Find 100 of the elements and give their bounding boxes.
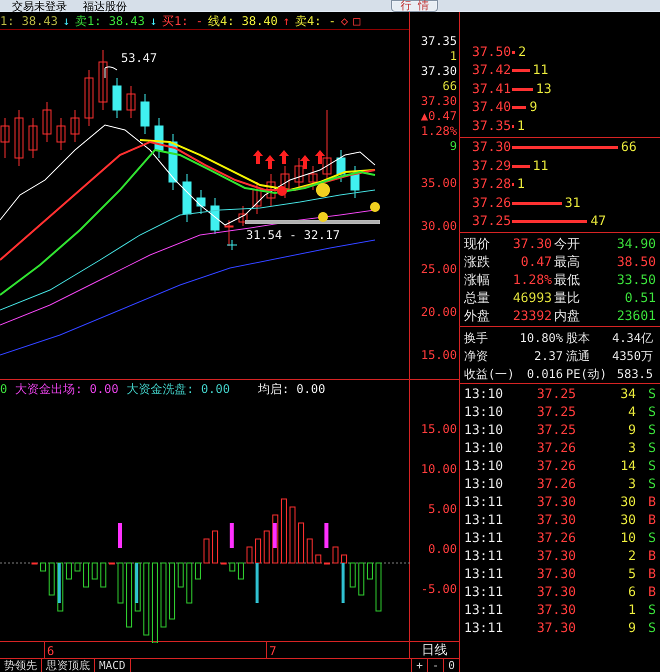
indicator-bar [298,522,304,564]
signal-bar [324,523,328,548]
trade-time: 13:10 [464,476,504,494]
indicator-bar [315,554,322,564]
quote-text: 卖1: 38.43 [75,12,145,30]
candlestick [42,102,52,142]
stat-value: 583.5 [616,366,654,383]
stat-label: 流通 [566,348,591,365]
indicator-tab[interactable]: 势领先 [0,659,42,672]
stat-label: 涨幅 [464,272,491,290]
price-axis-label: 15.00 [420,347,457,364]
signal-bar [118,523,122,548]
up-arrow-icon [265,155,275,169]
zoom-button[interactable]: - [427,659,443,672]
indicator-bar [126,562,132,628]
trade-volume: 5 [627,566,636,584]
trade-side: B [647,548,656,566]
trade-volume: 1 [627,602,636,620]
order-volume: 1 [517,176,525,194]
high-price-label: 53.47 [121,50,158,67]
candlestick [0,118,10,158]
order-volume: 31 [564,194,580,212]
trade-time: 13:10 [464,458,504,476]
trade-time: 13:11 [464,602,504,620]
trade-price: 37.25 [536,422,576,440]
indicator-bar [160,562,166,628]
order-price: 37.35 [472,118,512,136]
order-volume: 11 [532,62,548,80]
volume-bar [512,50,516,54]
order-price: 37.29 [472,158,512,176]
trade-side: B [647,512,656,530]
indicator-bar [92,562,98,580]
indicator-axis-label: 15.00 [420,421,457,438]
trade-price: 37.26 [536,476,576,494]
indicator-tab[interactable]: 思资顶底 [42,659,95,672]
indicator-bar [272,514,278,564]
volume-bar [512,202,562,205]
indicator-bar [40,562,46,572]
candlestick [266,174,276,206]
arrow-glyph: ↓ [150,12,158,30]
stat-label: 换手 [464,330,489,347]
indicator-bar [186,562,192,604]
volume-bar [512,106,526,110]
trade-volume: 30 [619,512,636,530]
trade-side: S [647,422,656,440]
candlestick [126,86,136,118]
volume-bar [512,164,530,168]
indicator-bar [74,562,80,572]
zoom-button[interactable]: + [411,659,427,672]
stat-label: 最高 [554,254,581,272]
stat-value: 2.37 [533,348,564,365]
candlestick [336,150,346,182]
indicator-bar [324,562,330,564]
trade-volume: 9 [627,620,636,638]
axis-quote-text: 66 [442,79,457,94]
trade-price: 37.30 [536,566,576,584]
trade-time: 13:11 [464,530,504,548]
indicator-bar [306,538,313,564]
candlestick [238,206,248,226]
trade-time: 13:11 [464,494,504,512]
candlestick [168,134,178,190]
trade-time: 13:10 [464,404,504,422]
arrow-glyph: ◇ [340,12,348,30]
indicator-bar [66,562,72,580]
up-arrow-icon [315,150,325,164]
order-price: 37.25 [472,213,512,231]
candlestick [14,110,24,166]
date-axis-label: 7 [266,642,276,658]
order-price: 37.30 [472,139,512,157]
indicator-bar [204,538,210,564]
indicator-bar [83,562,90,588]
trade-time: 13:10 [464,440,504,458]
trade-side: S [647,404,656,422]
up-arrow-icon [279,150,289,164]
candlestick [196,190,206,214]
trade-time: 13:10 [464,386,504,404]
stat-label: 现价 [464,236,491,254]
order-price: 37.26 [472,194,512,212]
candlestick [112,78,122,118]
trade-volume: 14 [619,458,636,476]
candlestick [182,174,192,222]
quotes-tab[interactable]: 行 情 [391,0,438,12]
price-axis-label: 25.00 [420,261,457,278]
trade-volume: 6 [627,584,636,602]
stat-value: 46993 [512,290,553,308]
quote-text: 买1: - [162,12,203,30]
trade-price: 37.30 [536,620,576,638]
indicator-tab[interactable]: MACD [95,659,130,672]
candlestick [252,182,262,214]
stat-value: 23601 [616,308,656,326]
trade-volume: 30 [619,494,636,512]
trade-side: B [647,584,656,602]
low-range-label: 31.54 - 32.17 [246,227,340,244]
quote-text: 卖4: - [295,12,336,30]
indicator-bar [238,562,244,580]
indicator-bar [376,562,382,612]
zoom-button[interactable]: 0 [443,659,459,672]
stat-label: 股本 [566,330,591,347]
volume-bar [512,69,530,72]
candlestick [28,118,38,158]
